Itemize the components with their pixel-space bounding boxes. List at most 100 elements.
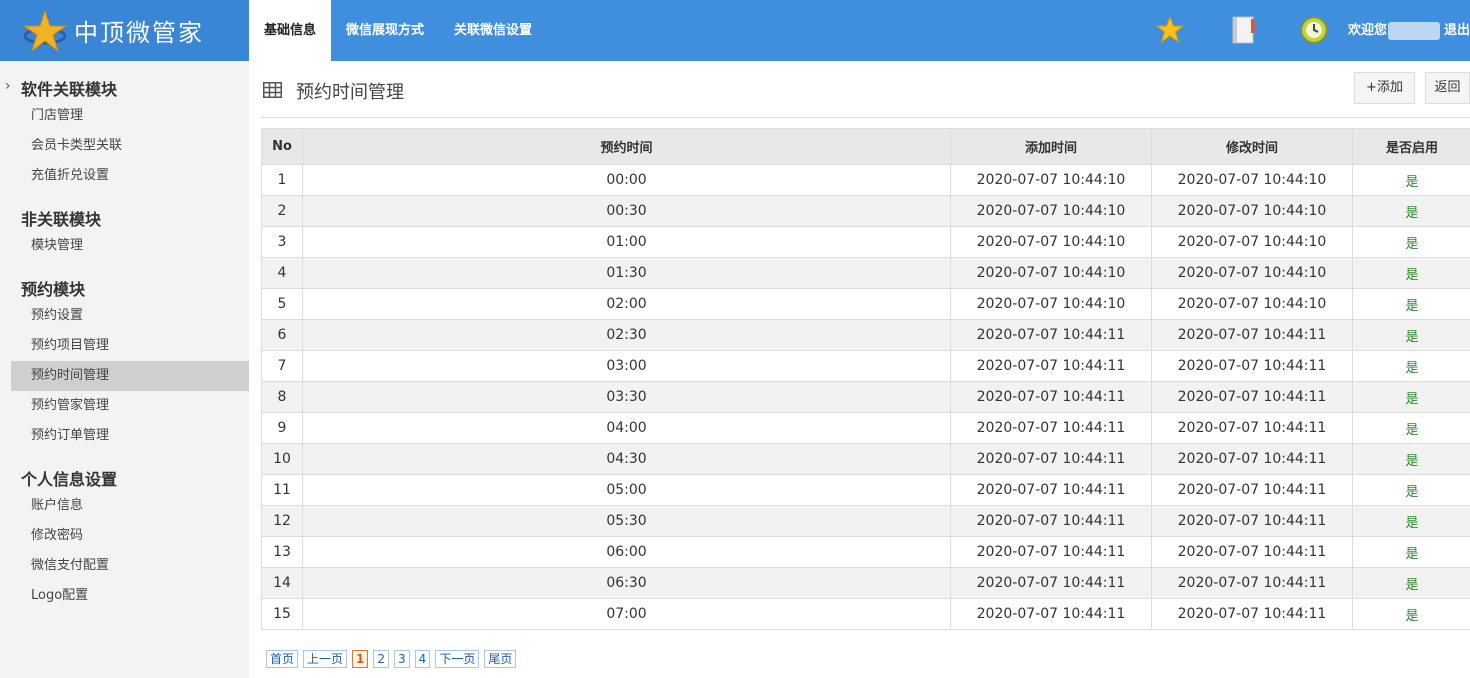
sidebar-item-booking-staff[interactable]: 预约管家管理 [11, 391, 249, 421]
sidebar-item-store-management[interactable]: 门店管理 [11, 101, 249, 131]
cell-modified-time: 2020-07-07 10:44:11 [1151, 536, 1353, 568]
top-bar: 中顶微管家 基础信息 微信展现方式 关联微信设置 欢迎您 退出 [0, 0, 1470, 61]
cell-added-time: 2020-07-07 10:44:10 [950, 195, 1152, 227]
logo[interactable]: 中顶微管家 [0, 0, 249, 61]
cell-booking-time: 04:00 [302, 412, 951, 444]
notebook-icon[interactable] [1232, 16, 1256, 44]
cell-no: 7 [261, 350, 303, 382]
cell-enabled: 是 [1352, 474, 1470, 506]
pagination: 首页 上一页 1 2 3 4 下一页 尾页 [266, 650, 521, 668]
table-row[interactable]: 12 05:30 2020-07-07 10:44:11 2020-07-07 10:… [261, 505, 1470, 537]
pager-page-4[interactable]: 4 [414, 650, 431, 668]
page-title: 预约时间管理 [296, 82, 404, 103]
cell-booking-time: 00:30 [302, 195, 951, 227]
table-header-row: No 预约时间 添加时间 修改时间 是否启用 [261, 128, 1470, 165]
cell-enabled: 是 [1352, 567, 1470, 599]
column-header-enabled: 是否启用 [1352, 128, 1470, 165]
table-body: 1 00:00 2020-07-07 10:44:10 2020-07-07 10:4… [261, 164, 1470, 630]
cell-added-time: 2020-07-07 10:44:11 [950, 598, 1152, 630]
tab-basic-info[interactable]: 基础信息 [249, 0, 332, 61]
cell-booking-time: 01:30 [302, 257, 951, 289]
cell-booking-time: 03:00 [302, 350, 951, 382]
cell-modified-time: 2020-07-07 10:44:11 [1151, 443, 1353, 475]
pager-prev[interactable]: 上一页 [303, 650, 348, 668]
sidebar-item-account-info[interactable]: 账户信息 [11, 491, 249, 521]
cell-no: 9 [261, 412, 303, 444]
sidebar-item-member-card-link[interactable]: 会员卡类型关联 [11, 131, 249, 161]
table-row[interactable]: 10 04:30 2020-07-07 10:44:11 2020-07-07 10:… [261, 443, 1470, 475]
table-row[interactable]: 13 06:00 2020-07-07 10:44:11 2020-07-07 10:… [261, 536, 1470, 568]
cell-no: 13 [261, 536, 303, 568]
back-button[interactable]: 返回 [1425, 72, 1470, 104]
booking-time-table: No 预约时间 添加时间 修改时间 是否启用 1 00:00 2020-07-07 … [261, 128, 1470, 630]
cell-added-time: 2020-07-07 10:44:10 [950, 257, 1152, 289]
logout-link[interactable]: 退出 [1444, 0, 1470, 61]
add-button[interactable]: +添加 [1354, 72, 1415, 104]
pager-page-2[interactable]: 2 [373, 650, 390, 668]
cell-no: 1 [261, 164, 303, 196]
sidebar-item-recharge-discount[interactable]: 充值折兑设置 [11, 161, 249, 191]
cell-booking-time: 07:00 [302, 598, 951, 630]
user-name-redacted [1388, 22, 1440, 40]
table-row[interactable]: 6 02:30 2020-07-07 10:44:11 2020-07-07 10:4… [261, 319, 1470, 351]
cell-no: 6 [261, 319, 303, 351]
table-row[interactable]: 1 00:00 2020-07-07 10:44:10 2020-07-07 10:4… [261, 164, 1470, 196]
table-row[interactable]: 5 02:00 2020-07-07 10:44:10 2020-07-07 10:4… [261, 288, 1470, 320]
cell-modified-time: 2020-07-07 10:44:10 [1151, 164, 1353, 196]
column-header-added-time: 添加时间 [950, 128, 1152, 165]
pager-last[interactable]: 尾页 [484, 650, 517, 668]
sidebar-item-change-password[interactable]: 修改密码 [11, 521, 249, 551]
sidebar: › 软件关联模块 门店管理 会员卡类型关联 充值折兑设置 非关联模块 模块管理 … [0, 61, 249, 678]
cell-no: 5 [261, 288, 303, 320]
column-header-modified-time: 修改时间 [1151, 128, 1353, 165]
pager-page-3[interactable]: 3 [394, 650, 410, 668]
cell-added-time: 2020-07-07 10:44:11 [950, 381, 1152, 413]
table-row[interactable]: 3 01:00 2020-07-07 10:44:10 2020-07-07 10:4… [261, 226, 1470, 258]
logo-star-icon [22, 8, 68, 52]
table-row[interactable]: 2 00:30 2020-07-07 10:44:10 2020-07-07 10:4… [261, 195, 1470, 227]
pager-next[interactable]: 下一页 [435, 650, 480, 668]
sidebar-item-booking-orders[interactable]: 预约订单管理 [11, 421, 249, 451]
table-grid-icon [263, 82, 282, 98]
sidebar-item-module-management[interactable]: 模块管理 [11, 231, 249, 261]
clock-icon[interactable] [1300, 16, 1328, 44]
cell-enabled: 是 [1352, 257, 1470, 289]
cell-added-time: 2020-07-07 10:44:11 [950, 350, 1152, 382]
sidebar-item-booking-items[interactable]: 预约项目管理 [11, 331, 249, 361]
cell-enabled: 是 [1352, 412, 1470, 444]
table-row[interactable]: 4 01:30 2020-07-07 10:44:10 2020-07-07 10:4… [261, 257, 1470, 289]
cell-enabled: 是 [1352, 288, 1470, 320]
cell-modified-time: 2020-07-07 10:44:10 [1151, 195, 1353, 227]
table-row[interactable]: 14 06:30 2020-07-07 10:44:11 2020-07-07 10:… [261, 567, 1470, 599]
pager-first[interactable]: 首页 [266, 650, 299, 668]
sidebar-item-logo-config[interactable]: Logo配置 [11, 581, 249, 611]
cell-enabled: 是 [1352, 598, 1470, 630]
cell-modified-time: 2020-07-07 10:44:11 [1151, 505, 1353, 537]
sidebar-section-booking[interactable]: 预约模块 [21, 276, 85, 300]
cell-no: 3 [261, 226, 303, 258]
table-row[interactable]: 7 03:00 2020-07-07 10:44:11 2020-07-07 10:4… [261, 350, 1470, 382]
sidebar-section-personal[interactable]: 个人信息设置 [21, 466, 117, 490]
cell-modified-time: 2020-07-07 10:44:11 [1151, 381, 1353, 413]
cell-modified-time: 2020-07-07 10:44:10 [1151, 257, 1353, 289]
star-icon[interactable] [1156, 16, 1184, 44]
cell-enabled: 是 [1352, 536, 1470, 568]
table-row[interactable]: 11 05:00 2020-07-07 10:44:11 2020-07-07 10:… [261, 474, 1470, 506]
table-row[interactable]: 15 07:00 2020-07-07 10:44:11 2020-07-07 10:… [261, 598, 1470, 630]
tab-wechat-link-settings[interactable]: 关联微信设置 [439, 0, 547, 61]
pager-page-1[interactable]: 1 [352, 650, 369, 668]
sidebar-section-non-linked[interactable]: 非关联模块 [21, 206, 101, 230]
cell-modified-time: 2020-07-07 10:44:11 [1151, 474, 1353, 506]
table-row[interactable]: 9 04:00 2020-07-07 10:44:11 2020-07-07 10:4… [261, 412, 1470, 444]
tab-wechat-display[interactable]: 微信展现方式 [331, 0, 439, 61]
sidebar-item-booking-settings[interactable]: 预约设置 [11, 301, 249, 331]
cell-enabled: 是 [1352, 226, 1470, 258]
cell-booking-time: 03:30 [302, 381, 951, 413]
sidebar-item-booking-time[interactable]: 预约时间管理 [11, 361, 249, 391]
cell-added-time: 2020-07-07 10:44:11 [950, 319, 1152, 351]
table-row[interactable]: 8 03:30 2020-07-07 10:44:11 2020-07-07 10:4… [261, 381, 1470, 413]
cell-booking-time: 00:00 [302, 164, 951, 196]
sidebar-item-wechat-pay[interactable]: 微信支付配置 [11, 551, 249, 581]
sidebar-section-software[interactable]: 软件关联模块 [21, 76, 117, 100]
cell-no: 2 [261, 195, 303, 227]
